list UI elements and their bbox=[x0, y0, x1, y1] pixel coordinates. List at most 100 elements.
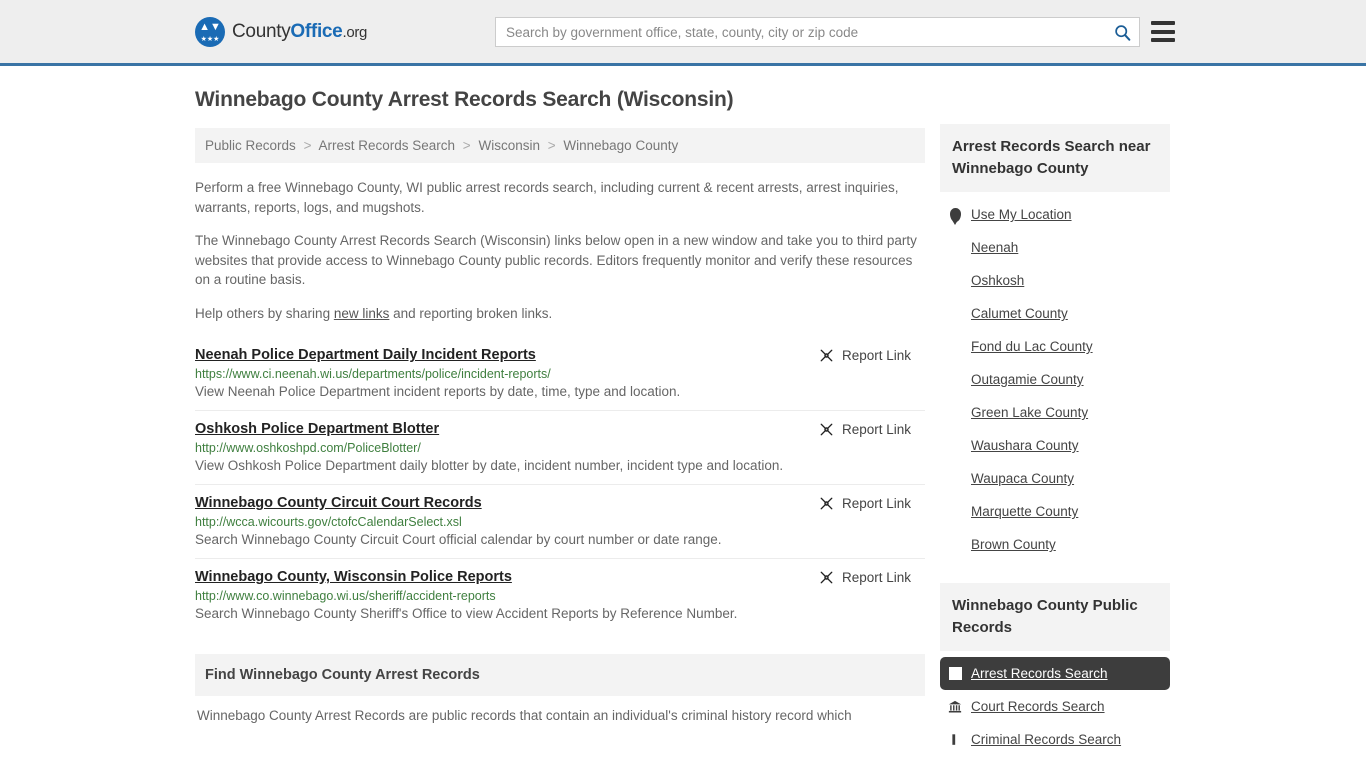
breadcrumb-item-public-records[interactable]: Public Records bbox=[205, 138, 296, 153]
spacer-icon bbox=[948, 306, 962, 321]
report-link-button[interactable]: Report Link bbox=[819, 422, 911, 437]
sidebar-nearby-item-label[interactable]: Marquette County bbox=[971, 504, 1078, 519]
sidebar: Arrest Records Search near Winnebago Cou… bbox=[940, 124, 1170, 756]
hamburger-menu-icon[interactable] bbox=[1151, 21, 1175, 42]
logo-text-part3: .org bbox=[342, 23, 368, 41]
sidebar-nearby-item-label[interactable]: Outagamie County bbox=[971, 372, 1084, 387]
share-text-before: Help others by sharing bbox=[195, 305, 334, 321]
result-row: Neenah Police Department Daily Incident … bbox=[195, 337, 925, 410]
report-link-button[interactable]: Report Link bbox=[819, 496, 911, 511]
report-link-label: Report Link bbox=[841, 496, 911, 511]
county-office-logo-icon: ▲▼ ★★★ bbox=[195, 16, 225, 47]
result-title-link[interactable]: Neenah Police Department Daily Incident … bbox=[195, 347, 536, 363]
sidebar-records-item-label[interactable]: Arrest Records Search bbox=[971, 666, 1108, 681]
courthouse-icon bbox=[948, 699, 962, 714]
sidebar-records-item-label[interactable]: Court Records Search bbox=[971, 699, 1105, 714]
result-title-link[interactable]: Winnebago County, Wisconsin Police Repor… bbox=[195, 569, 512, 585]
hamburger-bar bbox=[1151, 29, 1175, 34]
document-icon bbox=[948, 732, 962, 747]
sidebar-nearby-item[interactable]: Calumet County bbox=[940, 297, 1170, 330]
report-link-label: Report Link bbox=[841, 570, 911, 585]
new-links-link[interactable]: new links bbox=[334, 306, 390, 321]
intro-paragraph-2: The Winnebago County Arrest Records Sear… bbox=[195, 233, 917, 287]
result-url: http://www.co.winnebago.wi.us/sheriff/ac… bbox=[195, 589, 496, 603]
sidebar-nearby-item[interactable]: Use My Location bbox=[940, 198, 1170, 231]
breadcrumb-item-arrest-records-search[interactable]: Arrest Records Search bbox=[318, 138, 455, 153]
sidebar-records-item[interactable]: Criminal Records Search bbox=[940, 723, 1170, 756]
sidebar-records-item[interactable]: Court Records Search bbox=[940, 690, 1170, 723]
stars-icon: ★★★ bbox=[200, 35, 220, 43]
sidebar-public-records-heading: Winnebago County Public Records bbox=[940, 583, 1170, 651]
breadcrumb-separator: > bbox=[462, 138, 471, 153]
white-square-icon bbox=[948, 666, 962, 681]
breadcrumb: Public Records > Arrest Records Search >… bbox=[195, 128, 925, 163]
sidebar-nearby-item[interactable]: Waupaca County bbox=[940, 462, 1170, 495]
sidebar-nearby-item[interactable]: Green Lake County bbox=[940, 396, 1170, 429]
sidebar-nearby-item[interactable]: Neenah bbox=[940, 231, 1170, 264]
breadcrumb-separator: > bbox=[547, 138, 556, 153]
spacer-icon bbox=[948, 372, 962, 387]
broken-link-icon bbox=[820, 571, 833, 584]
report-link-button[interactable]: Report Link bbox=[819, 348, 911, 363]
broken-link-icon bbox=[820, 349, 833, 362]
search-icon bbox=[1114, 24, 1130, 41]
page-title: Winnebago County Arrest Records Search (… bbox=[195, 88, 734, 111]
sidebar-nearby-heading: Arrest Records Search near Winnebago Cou… bbox=[940, 124, 1170, 192]
report-link-label: Report Link bbox=[841, 422, 911, 437]
intro-paragraph-3: Help others by sharing new links and rep… bbox=[195, 304, 925, 324]
result-row: Oshkosh Police Department Blotter http://… bbox=[195, 410, 925, 484]
spacer-icon bbox=[948, 273, 962, 288]
result-row: Winnebago County, Wisconsin Police Repor… bbox=[195, 558, 925, 632]
sidebar-nearby-item[interactable]: Outagamie County bbox=[940, 363, 1170, 396]
report-link-button[interactable]: Report Link bbox=[819, 570, 911, 585]
search-box[interactable] bbox=[495, 17, 1140, 47]
spacer-icon bbox=[948, 240, 962, 255]
sidebar-records-item[interactable]: Arrest Records Search bbox=[940, 657, 1170, 690]
results-list: Neenah Police Department Daily Incident … bbox=[195, 337, 925, 632]
sidebar-nearby-list: Use My Location Neenah Oshkosh Calumet Coun… bbox=[940, 192, 1170, 561]
sidebar-nearby-item-label[interactable]: Calumet County bbox=[971, 306, 1068, 321]
sidebar-nearby-item[interactable]: Marquette County bbox=[940, 495, 1170, 528]
sidebar-nearby-item-label[interactable]: Brown County bbox=[971, 537, 1056, 552]
sidebar-nearby-item-label[interactable]: Fond du Lac County bbox=[971, 339, 1093, 354]
sidebar-nearby-item-label[interactable]: Use My Location bbox=[971, 207, 1072, 222]
sidebar-public-records-list: Arrest Records Search Court Records Searc… bbox=[940, 651, 1170, 756]
intro-paragraph-1: Perform a free Winnebago County, WI publ… bbox=[195, 180, 899, 215]
broken-link-icon bbox=[820, 497, 833, 510]
result-description: Search Winnebago County Circuit Court of… bbox=[195, 532, 722, 547]
result-url: https://www.ci.neenah.wi.us/departments/… bbox=[195, 367, 551, 381]
map-pin-icon bbox=[948, 207, 962, 222]
spacer-icon bbox=[948, 438, 962, 453]
sidebar-nearby-item-label[interactable]: Green Lake County bbox=[971, 405, 1088, 420]
breadcrumb-item-winnebago-county[interactable]: Winnebago County bbox=[563, 138, 678, 153]
sidebar-nearby-item-label[interactable]: Oshkosh bbox=[971, 273, 1024, 288]
hamburger-bar bbox=[1151, 21, 1175, 25]
eagle-icon: ▲▼ bbox=[199, 20, 221, 33]
logo-text-part1: County bbox=[232, 20, 291, 42]
breadcrumb-separator: > bbox=[303, 138, 312, 153]
result-row: Winnebago County Circuit Court Records ht… bbox=[195, 484, 925, 558]
report-link-label: Report Link bbox=[841, 348, 911, 363]
find-records-body: Winnebago County Arrest Records are publ… bbox=[197, 708, 852, 723]
logo-text: CountyOffice.org bbox=[232, 21, 367, 43]
sidebar-nearby-item[interactable]: Waushara County bbox=[940, 429, 1170, 462]
sidebar-nearby-item[interactable]: Brown County bbox=[940, 528, 1170, 561]
result-url: http://www.oshkoshpd.com/PoliceBlotter/ bbox=[195, 441, 421, 455]
sidebar-records-item-label[interactable]: Criminal Records Search bbox=[971, 732, 1121, 747]
spacer-icon bbox=[948, 405, 962, 420]
find-records-heading: Find Winnebago County Arrest Records bbox=[195, 654, 925, 696]
sidebar-nearby-item[interactable]: Fond du Lac County bbox=[940, 330, 1170, 363]
result-description: View Neenah Police Department incident r… bbox=[195, 384, 681, 399]
result-title-link[interactable]: Oshkosh Police Department Blotter bbox=[195, 421, 439, 437]
sidebar-nearby-item-label[interactable]: Waushara County bbox=[971, 438, 1079, 453]
sidebar-nearby-item[interactable]: Oshkosh bbox=[940, 264, 1170, 297]
spacer-icon bbox=[948, 504, 962, 519]
breadcrumb-item-wisconsin[interactable]: Wisconsin bbox=[478, 138, 540, 153]
sidebar-nearby-item-label[interactable]: Neenah bbox=[971, 240, 1018, 255]
site-logo[interactable]: ▲▼ ★★★ CountyOffice.org bbox=[195, 16, 367, 47]
result-description: Search Winnebago County Sheriff's Office… bbox=[195, 606, 738, 621]
result-title-link[interactable]: Winnebago County Circuit Court Records bbox=[195, 495, 482, 511]
search-button[interactable] bbox=[1105, 18, 1139, 46]
search-input[interactable] bbox=[496, 24, 1105, 40]
sidebar-nearby-item-label[interactable]: Waupaca County bbox=[971, 471, 1074, 486]
